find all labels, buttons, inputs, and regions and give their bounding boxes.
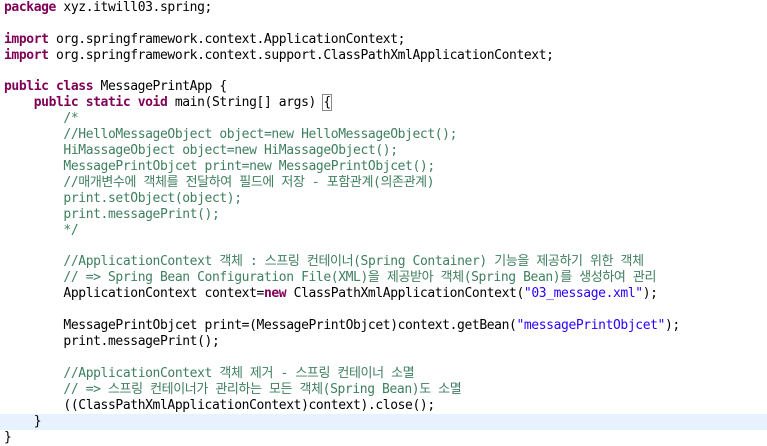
- code-text: );: [642, 286, 658, 301]
- code-line-12: //매개변수에 객체를 전달하여 필드에 저장 - 포함관계(의존관계): [4, 175, 434, 191]
- code-text: main(String[] args): [167, 95, 324, 110]
- comment: //ApplicationContext 객체 제거 - 스프링 컨테이너 소멸: [63, 366, 415, 381]
- keyword: import: [4, 32, 49, 47]
- comment: // => Spring Bean Configuration File(XML…: [63, 270, 657, 285]
- code-line-14: print.messagePrint();: [4, 207, 219, 223]
- keyword: public static void: [33, 95, 168, 110]
- code-line-25: // => 스프링 컨테이너가 관리하는 모든 객체(Spring Bean)도…: [4, 382, 461, 398]
- code-text: MessagePrintObjcet print=(MessagePrintOb…: [63, 318, 517, 333]
- code-line-9: //HelloMessageObject object=new HelloMes…: [4, 127, 457, 143]
- code-line-26: ((ClassPathXmlApplicationContext)context…: [4, 398, 435, 414]
- code-text: print.messagePrint();: [63, 334, 220, 349]
- code-line-22: print.messagePrint();: [4, 334, 219, 350]
- comment: HiMassageObject object=new HiMassageObje…: [63, 143, 398, 158]
- comment: /*: [63, 111, 79, 126]
- code-text: org.springframework.context.support.Clas…: [48, 48, 554, 63]
- comment: //매개변수에 객체를 전달하여 필드에 저장 - 포함관계(의존관계): [63, 175, 435, 190]
- code-editor[interactable]: package xyz.itwill03.spring; import org.…: [0, 0, 767, 446]
- string-literal: "messagePrintObjcet": [516, 318, 665, 333]
- string-literal: "03_message.xml": [523, 286, 643, 301]
- comment: //ApplicationContext 객체 : 스프링 컨테이너(Sprin…: [63, 254, 644, 269]
- code-text: org.springframework.context.ApplicationC…: [48, 32, 406, 47]
- comment: */: [63, 223, 79, 238]
- comment: //HelloMessageObject object=new HelloMes…: [63, 127, 458, 142]
- code-line-19: ApplicationContext context=new ClassPath…: [4, 286, 658, 302]
- keyword: new: [263, 286, 287, 301]
- code-line-10: HiMassageObject object=new HiMassageObje…: [4, 143, 398, 159]
- code-text: );: [665, 318, 680, 333]
- comment: // => 스프링 컨테이너가 관리하는 모든 객체(Spring Bean)도…: [63, 382, 462, 397]
- code-text: ApplicationContext context=: [63, 286, 264, 301]
- code-line-15: */: [4, 223, 78, 239]
- code-text: }: [4, 430, 12, 445]
- code-line-8: /*: [4, 111, 78, 127]
- keyword: package: [4, 0, 56, 15]
- code-line-17: //ApplicationContext 객체 : 스프링 컨테이너(Sprin…: [4, 254, 644, 270]
- code-text: }: [33, 414, 42, 429]
- code-line-11: MessagePrintObjcet print=new MessagePrin…: [4, 159, 435, 175]
- comment: print.setObject(object);: [63, 191, 242, 206]
- code-line-4: import org.springframework.context.suppo…: [4, 48, 554, 64]
- bracket-match: {: [322, 94, 332, 111]
- code-line-18: // => Spring Bean Configuration File(XML…: [4, 270, 656, 286]
- keyword: import: [4, 48, 49, 63]
- code-line-27-current: }: [0, 414, 767, 430]
- comment: MessagePrintObjcet print=new MessagePrin…: [63, 159, 435, 174]
- code-line-24: //ApplicationContext 객체 제거 - 스프링 컨테이너 소멸: [4, 366, 414, 382]
- code-line-7: public static void main(String[] args) {: [4, 94, 332, 111]
- code-text: ((ClassPathXmlApplicationContext)context…: [63, 398, 435, 413]
- code-line-28: }: [4, 430, 12, 446]
- code-text: MessagePrintApp {: [93, 79, 228, 94]
- code-line-21: MessagePrintObjcet print=(MessagePrintOb…: [4, 318, 680, 334]
- keyword: public class: [4, 79, 94, 94]
- code-line-6: public class MessagePrintApp {: [4, 79, 227, 95]
- code-line-13: print.setObject(object);: [4, 191, 242, 207]
- code-line-3: import org.springframework.context.Appli…: [4, 32, 405, 48]
- comment: print.messagePrint();: [63, 207, 220, 222]
- code-line-1: package xyz.itwill03.spring;: [4, 0, 212, 16]
- code-text: ClassPathXmlApplicationContext(: [286, 286, 525, 301]
- code-text: xyz.itwill03.spring;: [56, 0, 212, 15]
